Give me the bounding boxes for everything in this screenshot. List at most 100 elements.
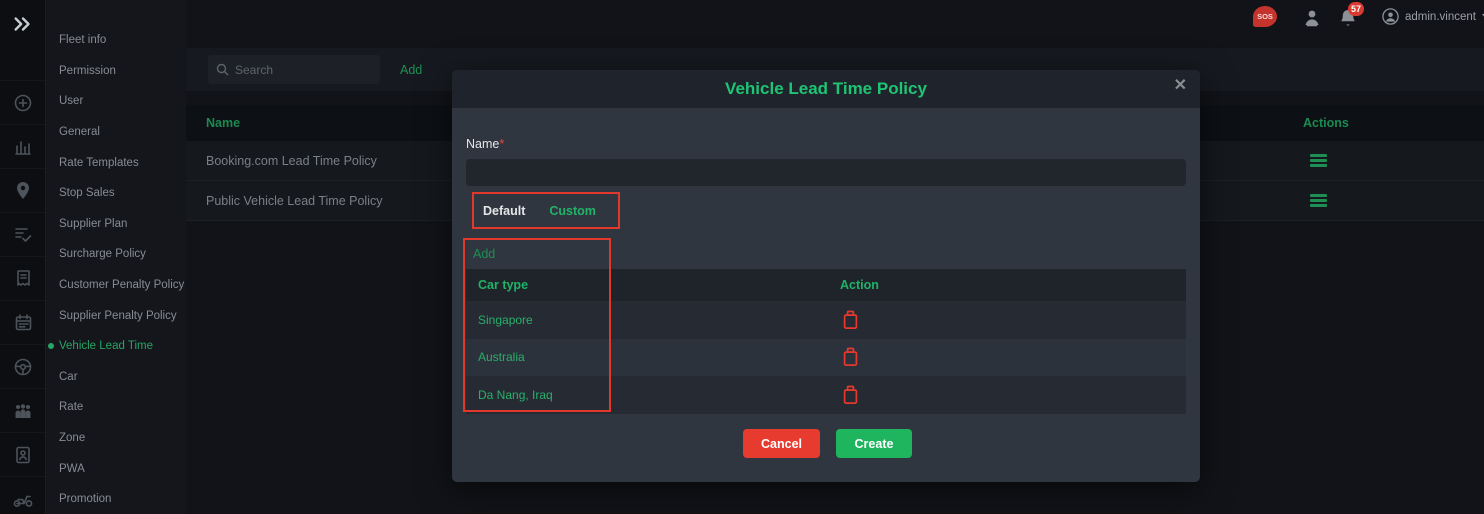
sidebar-item-customer-penalty-policy[interactable]: Customer Penalty Policy xyxy=(46,270,186,301)
sidebar-item-label: Customer Penalty Policy xyxy=(59,279,185,292)
column-header-car-type: Car type xyxy=(478,278,529,292)
rail-item-customers[interactable] xyxy=(0,388,46,432)
add-policy-button[interactable]: Add xyxy=(400,48,422,91)
sidebar-item-label: Zone xyxy=(59,432,86,445)
search-icon xyxy=(216,63,229,76)
sidebar-item-label: Rate Templates xyxy=(59,156,139,169)
sidebar-item-pwa[interactable]: PWA xyxy=(46,453,186,484)
sidebar-menu: Fleet info Permission User General Rate … xyxy=(46,0,186,514)
steering-wheel-icon xyxy=(14,358,32,375)
create-button[interactable]: Create xyxy=(836,429,912,458)
name-field-label: Name* xyxy=(466,137,504,151)
account-menu[interactable]: admin.vincent xyxy=(1382,8,1484,25)
sidebar-item-stop-sales[interactable]: Stop Sales xyxy=(46,178,186,209)
sidebar-item-zone[interactable]: Zone xyxy=(46,423,186,454)
rail-item-vehicles[interactable] xyxy=(0,344,46,388)
sidebar-item-supplier-penalty-policy[interactable]: Supplier Penalty Policy xyxy=(46,300,186,331)
sidebar-item-label: PWA xyxy=(59,462,85,475)
sidebar-item-label: General xyxy=(59,126,100,139)
sidebar-item-label: Promotion xyxy=(59,493,112,506)
app-frame: Fleet info Permission User General Rate … xyxy=(0,0,1484,514)
sidebar-item-label: Surcharge Policy xyxy=(59,248,146,261)
sidebar-item-label: Fleet info xyxy=(59,34,107,47)
username-label: admin.vincent xyxy=(1405,10,1476,23)
sidebar-item-user[interactable]: User xyxy=(46,86,186,117)
cancel-button[interactable]: Cancel xyxy=(743,429,820,458)
document-check-icon xyxy=(15,227,32,242)
sidebar-item-supplier-plan[interactable]: Supplier Plan xyxy=(46,209,186,240)
sidebar-item-promotion[interactable]: Promotion xyxy=(46,484,186,514)
sidebar-item-vehicle-lead-time[interactable]: Vehicle Lead Time xyxy=(46,331,186,362)
receipt-icon xyxy=(16,269,30,286)
column-header-actions: Actions xyxy=(1303,116,1349,130)
add-car-type-button[interactable]: Add xyxy=(473,247,495,261)
delete-row-button[interactable] xyxy=(842,383,864,407)
double-chevron-right-icon xyxy=(14,17,30,31)
modal-header: Vehicle Lead Time Policy ✕ xyxy=(452,70,1200,108)
rail-item-locations[interactable] xyxy=(0,168,46,212)
vehicle-lead-time-policy-modal: Vehicle Lead Time Policy ✕ Name* Default… xyxy=(452,70,1200,482)
rail-item-delivery[interactable] xyxy=(0,476,46,514)
sidebar-item-car[interactable]: Car xyxy=(46,362,186,393)
notifications-button[interactable]: 57 xyxy=(1338,2,1365,34)
modal-title: Vehicle Lead Time Policy xyxy=(725,79,927,98)
policy-name-input[interactable] xyxy=(466,159,1186,186)
location-pin-icon xyxy=(17,181,29,199)
tab-default[interactable]: Default xyxy=(483,204,525,218)
notification-count-badge: 57 xyxy=(1348,2,1365,16)
policy-type-tabs: Default Custom xyxy=(472,192,620,229)
car-type-row: Singapore xyxy=(466,301,1186,339)
search-input[interactable] xyxy=(235,62,355,77)
sidebar-item-rate[interactable]: Rate xyxy=(46,392,186,423)
avatar-icon xyxy=(1382,8,1399,25)
expand-sidebar-button[interactable] xyxy=(0,6,46,42)
row-actions-menu-icon[interactable] xyxy=(1310,154,1327,169)
name-label-text: Name xyxy=(466,137,500,151)
sos-icon[interactable]: SOS xyxy=(1253,6,1277,27)
id-card-icon xyxy=(16,446,30,463)
sidebar-icon-rail xyxy=(0,0,46,514)
rail-item-reports[interactable] xyxy=(0,124,46,168)
delete-row-button[interactable] xyxy=(842,308,864,332)
sidebar-item-label: Supplier Plan xyxy=(59,217,128,230)
sidebar-item-rate-templates[interactable]: Rate Templates xyxy=(46,147,186,178)
trash-icon xyxy=(843,310,858,329)
topbar: SOS 57 admin.vincent xyxy=(186,0,1484,40)
car-type-cell: Australia xyxy=(478,350,525,365)
close-icon[interactable]: ✕ xyxy=(1174,78,1187,94)
policy-name-cell: Booking.com Lead Time Policy xyxy=(206,154,377,168)
search-box xyxy=(208,55,380,84)
sidebar-item-fleet-info[interactable]: Fleet info xyxy=(46,25,186,56)
sidebar-item-surcharge-policy[interactable]: Surcharge Policy xyxy=(46,239,186,270)
row-actions-menu-icon[interactable] xyxy=(1310,194,1327,209)
car-type-table: Car type Action Singapore Australia Da N… xyxy=(466,269,1186,414)
column-header-name: Name xyxy=(206,116,241,130)
sidebar-item-label: Stop Sales xyxy=(59,187,115,200)
sidebar-item-label: Permission xyxy=(59,64,116,77)
user-admin-button[interactable] xyxy=(1302,7,1322,34)
car-type-cell: Singapore xyxy=(478,312,533,327)
policy-name-cell: Public Vehicle Lead Time Policy xyxy=(206,194,383,208)
person-icon xyxy=(1305,10,1319,27)
delete-row-button[interactable] xyxy=(842,345,864,369)
required-asterisk: * xyxy=(499,137,505,151)
sidebar-item-label: Rate xyxy=(59,401,84,414)
sidebar-item-label: Vehicle Lead Time xyxy=(59,340,153,353)
rail-item-add[interactable] xyxy=(0,80,46,124)
rail-item-invoices[interactable] xyxy=(0,256,46,300)
sidebar-item-permission[interactable]: Permission xyxy=(46,56,186,87)
tab-custom[interactable]: Custom xyxy=(549,204,596,218)
sidebar-item-label: User xyxy=(59,95,84,108)
rail-item-plans[interactable] xyxy=(0,212,46,256)
sidebar-item-general[interactable]: General xyxy=(46,117,186,148)
active-dot xyxy=(48,343,54,350)
rail-item-contacts[interactable] xyxy=(0,432,46,476)
car-type-row: Da Nang, Iraq xyxy=(466,376,1186,414)
modal-body: Name* Default Custom Add Car type Action… xyxy=(452,108,1200,482)
car-type-row: Australia xyxy=(466,338,1186,376)
plus-circle-icon xyxy=(14,94,32,111)
car-type-cell: Da Nang, Iraq xyxy=(478,387,553,402)
trash-icon xyxy=(843,347,858,367)
rail-item-calendar[interactable] xyxy=(0,300,46,344)
calendar-icon xyxy=(15,314,31,331)
